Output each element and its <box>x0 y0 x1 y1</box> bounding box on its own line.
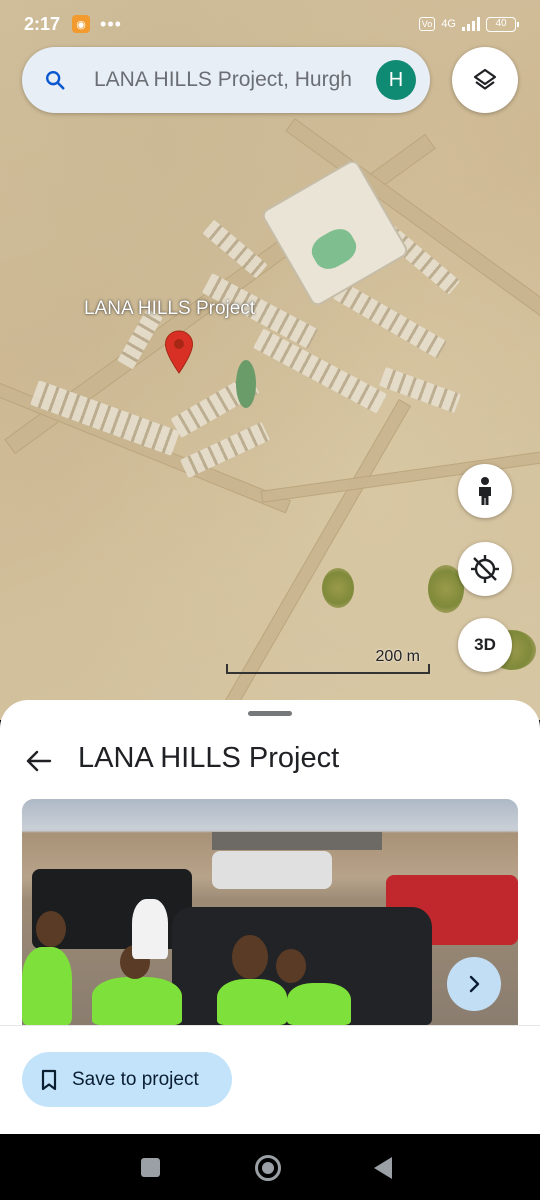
more-notifications-icon: ••• <box>100 13 122 34</box>
photo-sky <box>22 799 518 829</box>
photo-head <box>276 949 306 983</box>
sheet-drag-handle[interactable] <box>248 711 292 716</box>
green-area <box>236 360 256 408</box>
green-area <box>322 568 354 608</box>
photo-building <box>212 832 382 850</box>
place-photo[interactable] <box>22 799 518 1025</box>
back-arrow-icon <box>26 750 52 772</box>
status-time: 2:17 <box>24 13 61 34</box>
street-view-button[interactable] <box>458 464 512 518</box>
sheet-divider <box>0 1025 540 1026</box>
photo-truck <box>212 851 332 889</box>
status-bar: 2:17 ◉ ••• Vo 4G 40 <box>0 0 540 48</box>
photo-person <box>22 947 72 1025</box>
pegman-icon <box>479 477 491 505</box>
place-title: LANA HILLS Project <box>78 742 340 774</box>
layers-button[interactable] <box>452 47 518 113</box>
home-button[interactable] <box>255 1155 281 1181</box>
photo-person <box>287 983 351 1025</box>
back-button[interactable] <box>22 744 56 778</box>
search-icon[interactable] <box>44 69 66 91</box>
place-bottom-sheet[interactable]: LANA HILLS Project Save to project <box>0 700 540 1134</box>
map-scale: 200 m <box>226 648 430 678</box>
photo-head <box>36 911 66 947</box>
layers-icon <box>473 68 497 90</box>
map-place-label[interactable]: LANA HILLS Project <box>84 298 255 320</box>
signal-icon <box>462 17 480 31</box>
system-back-button[interactable] <box>374 1157 392 1179</box>
account-avatar[interactable]: H <box>376 60 416 100</box>
chevron-right-icon <box>469 975 480 993</box>
photo-person <box>92 977 182 1025</box>
volte-icon: Vo <box>418 17 436 31</box>
3d-label: 3D <box>474 635 496 654</box>
battery-icon: 40 <box>486 16 519 32</box>
next-photo-button[interactable] <box>447 957 501 1011</box>
recents-button[interactable] <box>141 1158 160 1177</box>
location-off-icon <box>471 555 499 583</box>
building-block <box>333 281 447 359</box>
status-indicators: Vo 4G 40 <box>418 16 519 32</box>
3d-toggle-button[interactable]: 3D <box>458 618 512 672</box>
building-block <box>378 366 462 414</box>
scale-bar <box>226 664 430 674</box>
photo-person <box>217 979 287 1025</box>
system-navigation-bar <box>0 1134 540 1200</box>
building-block <box>253 328 387 414</box>
notification-app-icon: ◉ <box>72 15 91 33</box>
photo-head <box>232 935 268 979</box>
network-type: 4G <box>441 18 456 30</box>
save-to-project-button[interactable]: Save to project <box>22 1052 232 1107</box>
photo-person <box>132 899 168 959</box>
bookmark-icon <box>41 1069 57 1090</box>
search-input[interactable]: LANA HILLS Project, Hurgh <box>94 68 366 92</box>
building-block <box>202 219 268 279</box>
search-bar[interactable]: LANA HILLS Project, Hurgh H <box>22 47 430 113</box>
save-button-label: Save to project <box>72 1068 199 1090</box>
my-location-button[interactable] <box>458 542 512 596</box>
map-pin-icon[interactable] <box>164 330 194 374</box>
